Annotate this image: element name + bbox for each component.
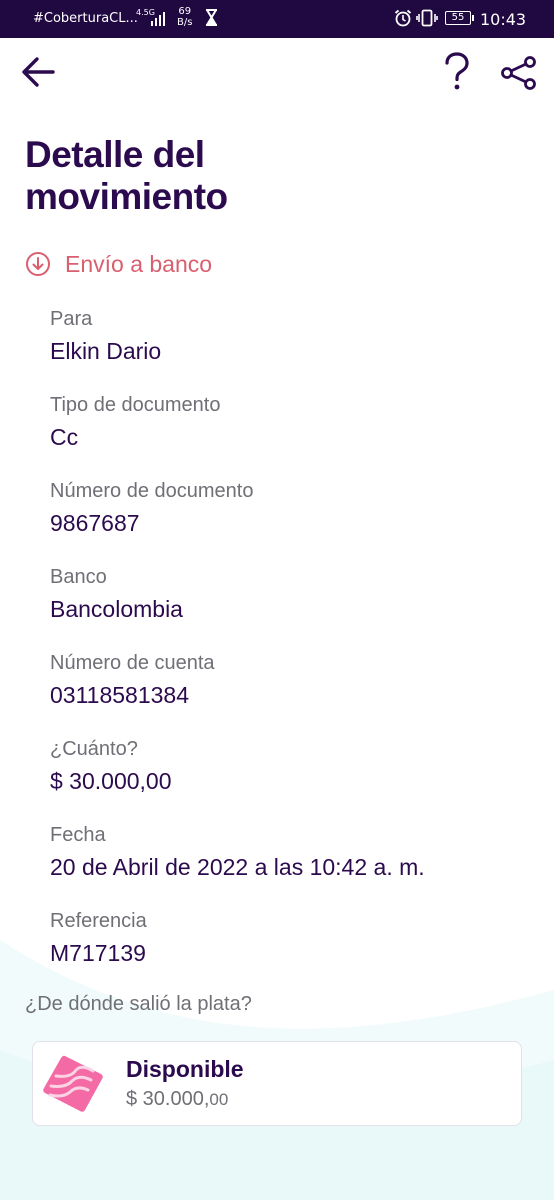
transaction-type: Envío a banco	[25, 248, 212, 280]
field-label: Número de cuenta	[50, 652, 215, 674]
field-value: 20 de Abril de 2022 a las 10:42 a. m.	[50, 854, 425, 880]
carrier-label: #CoberturaCL...	[33, 11, 138, 26]
speed-unit: B/s	[177, 17, 193, 28]
field-numero-cuenta: Número de cuenta 03118581384	[50, 649, 425, 735]
field-label: Banco	[50, 566, 107, 588]
field-value: 9867687	[50, 510, 140, 536]
field-label: Número de documento	[50, 480, 254, 502]
battery-icon: 55	[445, 11, 474, 25]
network-speed: 69 B/s	[177, 6, 192, 28]
account-amount: $ 30.000,00	[126, 1088, 228, 1111]
field-label: Para	[50, 308, 93, 330]
field-label: ¿Cuánto?	[50, 738, 138, 760]
vibrate-icon	[416, 9, 438, 27]
alarm-icon	[394, 9, 412, 27]
page-title: Detalle del movimiento	[25, 134, 228, 217]
share-icon[interactable]	[499, 55, 539, 91]
pocket-icon	[43, 1055, 103, 1112]
field-value: $ 30.000,00	[50, 768, 172, 794]
field-value: Cc	[50, 424, 79, 450]
field-referencia: Referencia M717139	[50, 907, 425, 993]
account-card[interactable]: Disponible $ 30.000,00	[32, 1041, 522, 1126]
field-value: Bancolombia	[50, 596, 183, 622]
battery-level: 55	[451, 12, 465, 23]
field-value: 03118581384	[50, 682, 189, 708]
field-tipo-documento: Tipo de documento Cc	[50, 391, 425, 477]
field-para: Para Elkin Dario	[50, 305, 425, 391]
field-label: Tipo de documento	[50, 394, 221, 416]
field-label: Fecha	[50, 824, 106, 846]
transaction-details: Para Elkin Dario Tipo de documento Cc Nú…	[50, 305, 425, 993]
status-time: 10:43	[480, 10, 527, 29]
hourglass-icon	[206, 9, 217, 26]
field-label: Referencia	[50, 910, 147, 932]
account-name: Disponible	[126, 1056, 244, 1082]
help-icon[interactable]	[440, 52, 474, 92]
back-arrow-icon[interactable]	[20, 54, 56, 90]
amount-main: $ 30.000,	[126, 1088, 210, 1110]
field-cuanto: ¿Cuánto? $ 30.000,00	[50, 735, 425, 821]
field-banco: Banco Bancolombia	[50, 563, 425, 649]
signal-icon	[151, 10, 165, 26]
field-value: M717139	[50, 940, 146, 966]
speed-value: 69	[178, 6, 192, 17]
top-bar	[0, 38, 554, 108]
transaction-type-label: Envío a banco	[65, 250, 213, 277]
field-fecha: Fecha 20 de Abril de 2022 a las 10:42 a.…	[50, 821, 425, 907]
field-value: Elkin Dario	[50, 338, 162, 364]
status-bar: #CoberturaCL... 4.5G 69 B/s 55 10:43	[0, 0, 554, 38]
field-numero-documento: Número de documento 9867687	[50, 477, 425, 563]
arrow-down-circle-icon	[26, 252, 50, 276]
origin-label: ¿De dónde salió la plata?	[25, 993, 252, 1015]
amount-cents: 00	[209, 1090, 229, 1109]
